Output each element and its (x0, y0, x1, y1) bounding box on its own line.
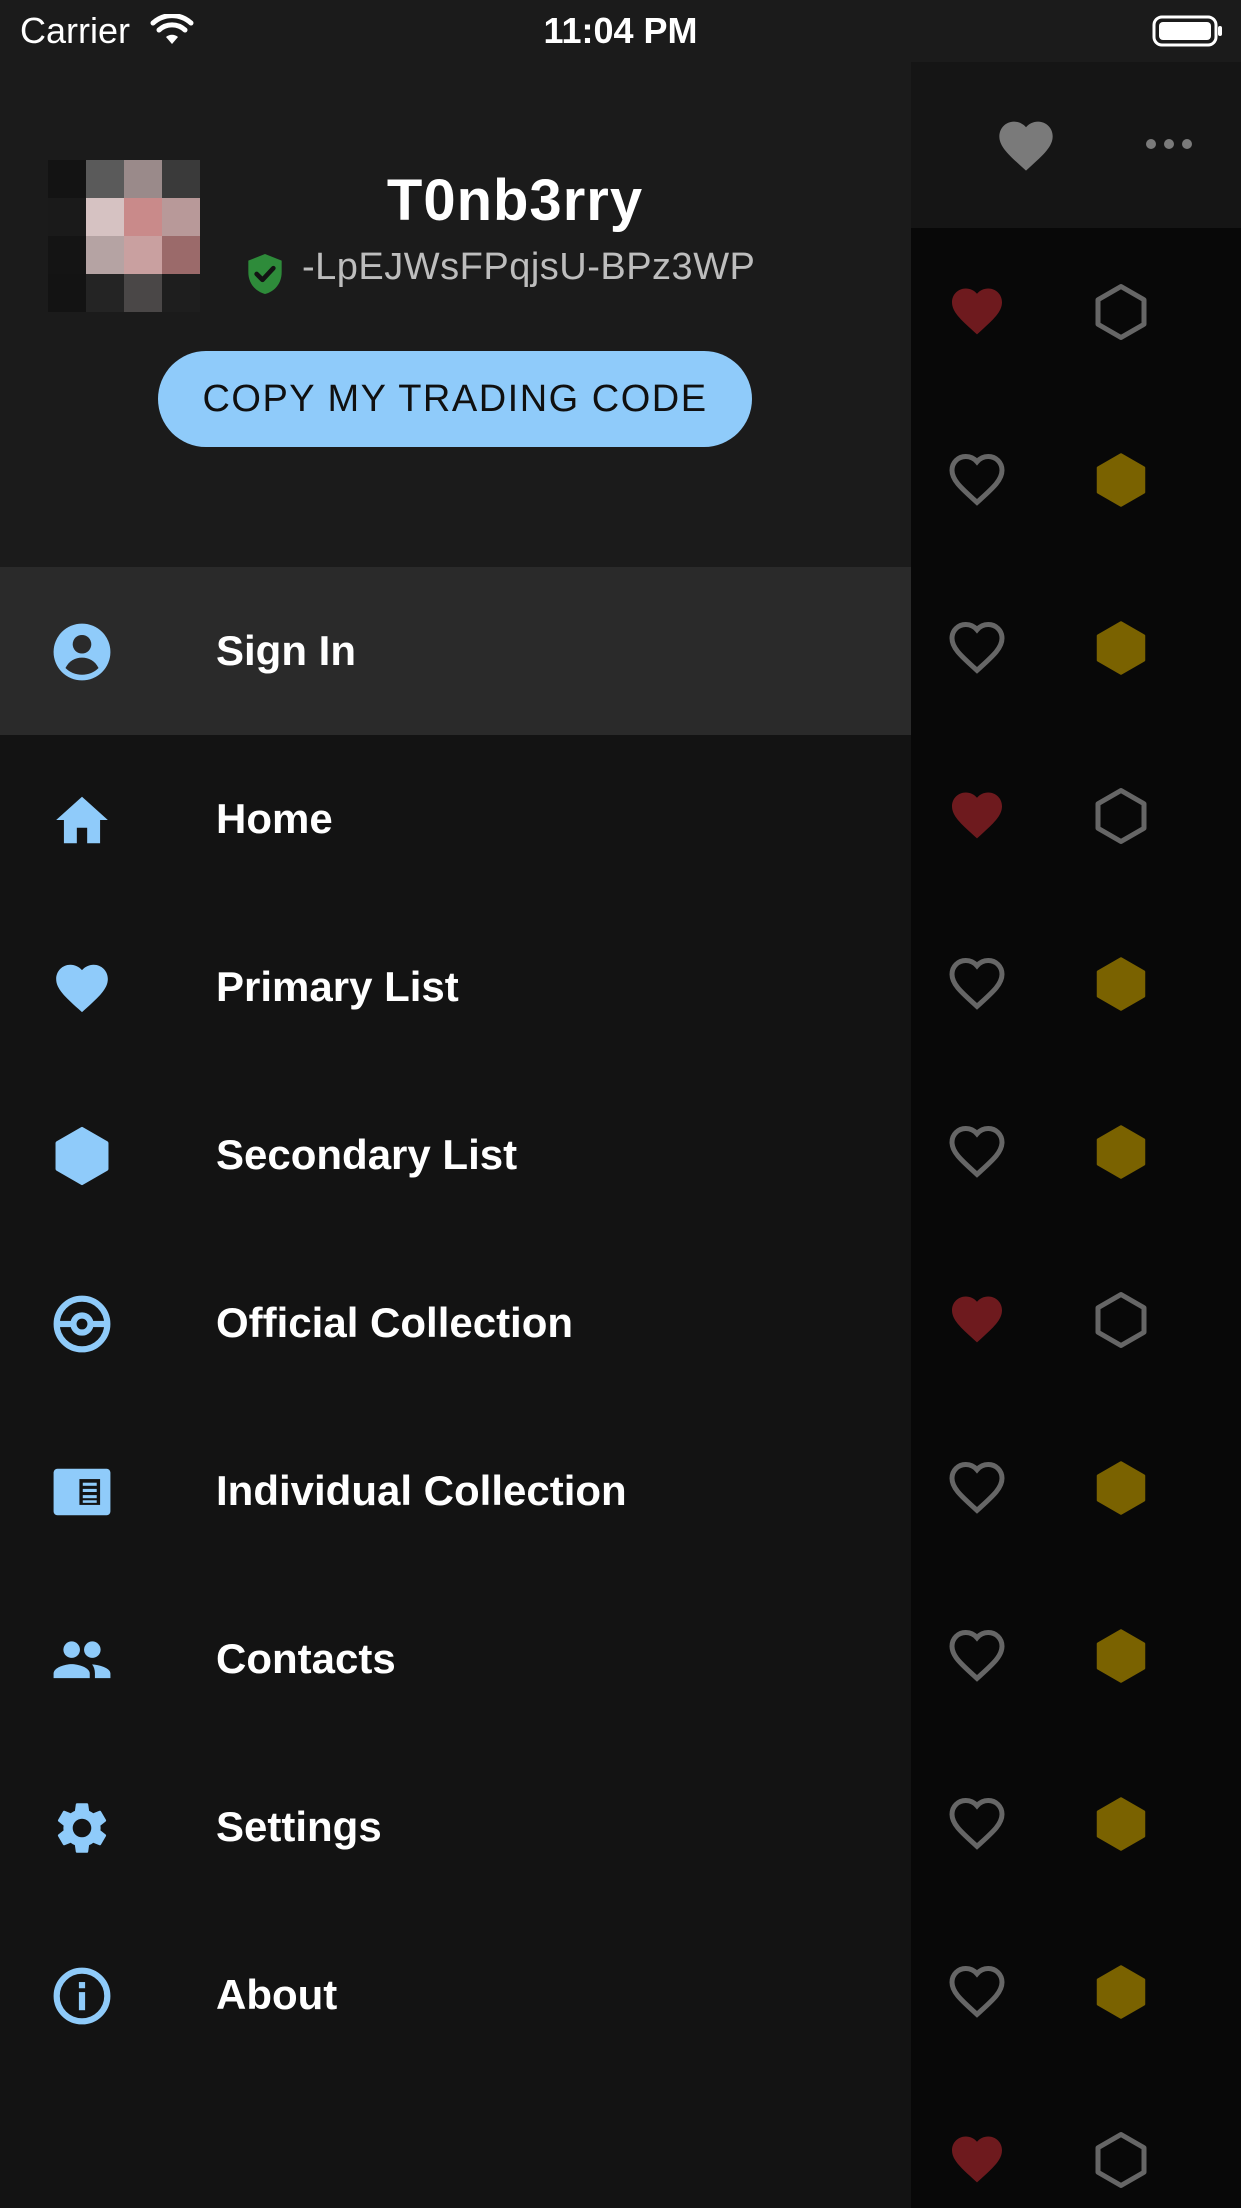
avatar[interactable] (48, 160, 200, 312)
menu-item-official-collection[interactable]: Official Collection (0, 1239, 911, 1407)
menu-label: Sign In (216, 627, 356, 674)
newspaper-icon (53, 1468, 111, 1516)
drawer-header: T0nb3rry -LpEJWsFPqjsU-BPz3WP COPY MY TR… (0, 62, 911, 567)
app-screen: Carrier 11:04 PM T0nb3rry -LpEJWsFPqjsU-… (0, 0, 1241, 2208)
info-icon (53, 1967, 111, 2025)
status-bar: Carrier 11:04 PM (0, 0, 1241, 62)
trading-code: -LpEJWsFPqjsU-BPz3WP (302, 246, 756, 288)
heart-filled-icon[interactable] (945, 1289, 1009, 1349)
heart-filled-icon[interactable] (945, 2129, 1009, 2189)
battery-icon (1152, 15, 1222, 47)
hexagon-filled-icon[interactable] (1091, 1120, 1151, 1184)
background-list-row[interactable] (911, 1908, 1241, 2076)
menu-item-settings[interactable]: Settings (0, 1743, 911, 1911)
heart-outline-icon[interactable] (945, 1121, 1009, 1181)
heart-filled-icon[interactable] (945, 785, 1009, 845)
username: T0nb3rry (386, 168, 644, 233)
clock: 11:04 PM (543, 10, 698, 51)
hexagon-outline-icon[interactable] (1091, 784, 1151, 848)
verified-shield-icon (248, 254, 282, 294)
hexagon-filled-icon[interactable] (1091, 952, 1151, 1016)
people-icon (53, 1641, 111, 1679)
menu-item-home[interactable]: Home (0, 735, 911, 903)
hexagon-filled-icon[interactable] (1091, 1960, 1151, 2024)
heart-outline-icon[interactable] (945, 953, 1009, 1013)
favorite-filter-icon[interactable] (994, 113, 1058, 173)
gear-icon (57, 1803, 107, 1853)
heart-outline-icon[interactable] (945, 1625, 1009, 1685)
background-list-row[interactable] (911, 1068, 1241, 1236)
hexagon-outline-icon[interactable] (1091, 2128, 1151, 2192)
pokeball-icon (53, 1295, 111, 1353)
menu-label: Secondary List (216, 1131, 518, 1178)
background-list-row[interactable] (911, 2076, 1241, 2208)
menu-label: Individual Collection (216, 1467, 627, 1514)
hexagon-icon (55, 1126, 109, 1186)
background-list-row[interactable] (911, 228, 1241, 396)
menu-label: Official Collection (216, 1299, 574, 1346)
hexagon-filled-icon[interactable] (1091, 1792, 1151, 1856)
background-list-row[interactable] (911, 732, 1241, 900)
home-icon (56, 796, 108, 844)
menu-item-about[interactable]: About (0, 1911, 911, 2079)
hexagon-filled-icon[interactable] (1091, 448, 1151, 512)
background-list-row[interactable] (911, 1740, 1241, 1908)
heart-icon (56, 964, 108, 1013)
background-list-row[interactable] (911, 1236, 1241, 1404)
background-list-row[interactable] (911, 1572, 1241, 1740)
menu-label: About (216, 1971, 338, 2018)
heart-outline-icon[interactable] (945, 1457, 1009, 1517)
background-list-row[interactable] (911, 564, 1241, 732)
menu-label: Settings (216, 1803, 382, 1850)
background-list-row[interactable] (911, 396, 1241, 564)
menu-label: Home (216, 795, 333, 842)
hexagon-filled-icon[interactable] (1091, 1456, 1151, 1520)
heart-outline-icon[interactable] (945, 617, 1009, 677)
heart-filled-icon[interactable] (945, 281, 1009, 341)
menu-label: Contacts (216, 1635, 396, 1682)
background-list-row[interactable] (911, 900, 1241, 1068)
background-list-row[interactable] (911, 1404, 1241, 1572)
menu-label: Primary List (216, 963, 459, 1010)
menu-item-primary-list[interactable]: Primary List (0, 903, 911, 1071)
menu-item-individual-collection[interactable]: Individual Collection (0, 1407, 911, 1575)
more-horizontal-icon[interactable] (1141, 127, 1197, 161)
account-circle-icon (53, 623, 111, 681)
copy-trading-code-button[interactable]: COPY MY TRADING CODE (158, 351, 752, 447)
heart-outline-icon[interactable] (945, 449, 1009, 509)
hexagon-outline-icon[interactable] (1091, 280, 1151, 344)
menu-item-secondary-list[interactable]: Secondary List (0, 1071, 911, 1239)
heart-outline-icon[interactable] (945, 1961, 1009, 2021)
menu-item-sign-in[interactable]: Sign In (0, 567, 911, 735)
hexagon-filled-icon[interactable] (1091, 616, 1151, 680)
navigation-drawer: T0nb3rry -LpEJWsFPqjsU-BPz3WP COPY MY TR… (0, 62, 911, 2208)
heart-outline-icon[interactable] (945, 1793, 1009, 1853)
drawer-menu: Sign In Home Primary List Secondary List (0, 567, 911, 2079)
menu-item-contacts[interactable]: Contacts (0, 1575, 911, 1743)
hexagon-outline-icon[interactable] (1091, 1288, 1151, 1352)
hexagon-filled-icon[interactable] (1091, 1624, 1151, 1688)
